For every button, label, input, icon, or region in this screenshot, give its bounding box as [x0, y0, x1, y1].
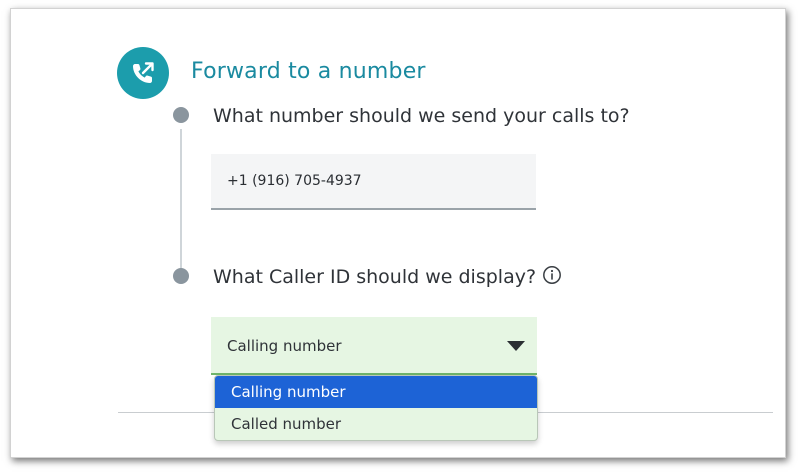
caller-id-select[interactable]: Calling number	[211, 317, 537, 375]
step-2-marker	[173, 268, 189, 284]
info-icon[interactable]	[542, 265, 562, 290]
section-title: Forward to a number	[191, 59, 426, 84]
forward-settings-panel: Forward to a number What number should w…	[10, 8, 786, 458]
step-1-marker	[173, 107, 189, 123]
chevron-down-icon[interactable]	[507, 341, 525, 351]
option-called-number[interactable]: Called number	[215, 408, 537, 440]
caller-id-options-list: Calling number Called number	[214, 375, 538, 441]
step-connector-line	[180, 129, 182, 269]
forward-number-question: What number should we send your calls to…	[213, 105, 630, 127]
forward-number-input[interactable]	[211, 154, 536, 210]
caller-id-question-text: What Caller ID should we display?	[213, 266, 537, 288]
phone-forward-icon	[117, 47, 169, 99]
caller-id-question: What Caller ID should we display?	[213, 265, 562, 290]
caller-id-selected-value: Calling number	[227, 337, 342, 355]
option-calling-number[interactable]: Calling number	[215, 376, 537, 408]
